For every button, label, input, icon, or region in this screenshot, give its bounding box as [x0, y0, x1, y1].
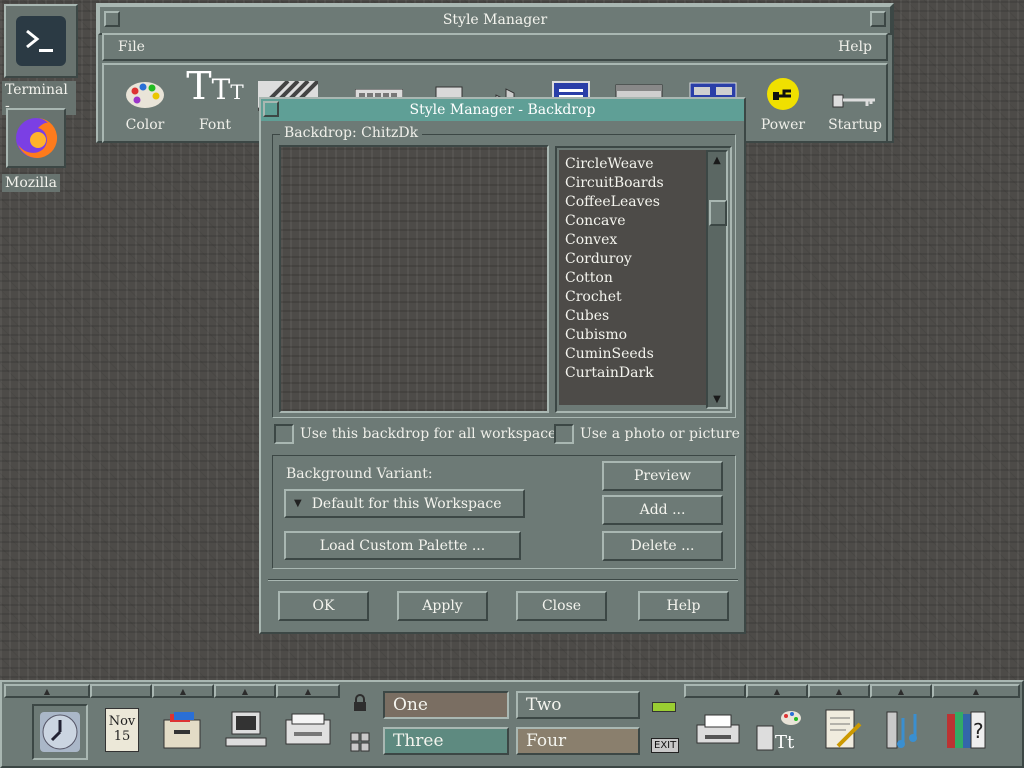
subpanel-arrow[interactable]: ▲	[808, 684, 870, 698]
list-item[interactable]: Cubismo	[559, 326, 707, 345]
dialog-menu-button[interactable]	[263, 101, 279, 117]
workspace-two[interactable]: Two	[516, 691, 640, 719]
list-item[interactable]: CircleWeave	[559, 155, 707, 174]
calendar-month: Nov	[108, 714, 136, 729]
photo-label: Use a photo or picture	[580, 426, 740, 442]
list-item[interactable]: Cotton	[559, 269, 707, 288]
delete-button[interactable]: Delete ...	[602, 531, 723, 561]
terminal-icon	[4, 4, 78, 78]
backdrop-list-items[interactable]: CircleWeave CircuitBoards CoffeeLeaves Conc…	[559, 150, 707, 405]
tool-color[interactable]: Color	[110, 65, 180, 133]
subpanel-arrow[interactable]: ▲	[214, 684, 276, 698]
workspace-grid-icon[interactable]	[350, 732, 370, 752]
tool-label: Font	[198, 117, 232, 133]
printer-icon[interactable]	[692, 704, 744, 756]
menu-help[interactable]: Help	[838, 39, 872, 55]
apply-button[interactable]: Apply	[397, 591, 488, 621]
list-item[interactable]: Crochet	[559, 288, 707, 307]
subpanel-arrow[interactable]: ▲	[4, 684, 90, 698]
calendar-day: 15	[113, 729, 131, 744]
preview-button[interactable]: Preview	[602, 461, 723, 491]
list-item[interactable]: CuminSeeds	[559, 345, 707, 364]
window-title: Style Manager	[442, 12, 548, 28]
window-titlebar[interactable]: Style Manager	[98, 5, 892, 35]
menu-file[interactable]: File	[118, 39, 145, 55]
scroll-up-arrow[interactable]: ▲	[708, 152, 726, 168]
svg-text:?: ?	[973, 719, 984, 743]
list-item[interactable]: CurtainDark	[559, 364, 707, 383]
exit-button[interactable]: EXIT	[651, 738, 680, 753]
clock-icon[interactable]	[32, 704, 88, 760]
power-icon	[748, 65, 818, 111]
file-manager-icon[interactable]	[156, 704, 208, 756]
close-button[interactable]: Close	[516, 591, 607, 621]
variant-dropdown[interactable]: ▼ Default for this Workspace	[284, 489, 525, 518]
subpanel-arrow[interactable]: ▲	[932, 684, 1020, 698]
photo-checkbox[interactable]	[554, 424, 574, 444]
workstation-icon[interactable]	[220, 704, 272, 756]
dialog-titlebar[interactable]: Style Manager - Backdrop	[261, 99, 744, 121]
all-workspaces-checkbox[interactable]	[274, 424, 294, 444]
palette-icon	[110, 65, 180, 111]
window-maximize-button[interactable]	[870, 11, 886, 27]
scroll-thumb[interactable]	[709, 200, 727, 226]
help-manager-icon[interactable]: ?	[940, 704, 992, 756]
subpanel-arrow[interactable]: ▲	[870, 684, 932, 698]
subpanel-arrow[interactable]	[90, 684, 152, 698]
separator	[268, 579, 738, 581]
menubar: File Help	[102, 33, 888, 61]
desktop-icon-label: Mozilla	[2, 174, 60, 192]
list-item[interactable]: Corduroy	[559, 250, 707, 269]
workspace-three[interactable]: Three	[383, 727, 509, 755]
text-editor-icon[interactable]	[816, 704, 868, 756]
list-scrollbar[interactable]: ▲ ▼	[706, 150, 728, 409]
font-icon: TTT	[186, 64, 244, 108]
window-menu-button[interactable]	[104, 11, 120, 27]
list-item[interactable]: Convex	[559, 231, 707, 250]
workspace-four[interactable]: Four	[516, 727, 640, 755]
tool-font[interactable]: TTT Font	[180, 65, 250, 133]
desktop-icon-mozilla[interactable]: Mozilla	[2, 108, 76, 192]
ok-button[interactable]: OK	[278, 591, 369, 621]
subpanel-arrow[interactable]	[684, 684, 746, 698]
variant-selected: Default for this Workspace	[311, 495, 502, 512]
busy-indicator	[652, 702, 676, 712]
key-icon	[820, 65, 890, 111]
list-item[interactable]: Cubes	[559, 307, 707, 326]
calendar-icon[interactable]: Nov 15	[96, 704, 148, 756]
variant-label: Background Variant:	[286, 466, 433, 482]
all-workspaces-label: Use this backdrop for all workspaces	[300, 426, 564, 442]
scroll-down-arrow[interactable]: ▼	[708, 391, 726, 407]
style-manager-icon[interactable]: Tt	[752, 704, 804, 756]
load-palette-button[interactable]: Load Custom Palette ...	[284, 531, 521, 560]
tool-power[interactable]: Power	[748, 65, 818, 133]
tool-startup-key[interactable]: Startup	[820, 65, 890, 133]
backdrop-preview	[279, 145, 549, 413]
list-item[interactable]: CircuitBoards	[559, 174, 707, 193]
list-item[interactable]: CoffeeLeaves	[559, 193, 707, 212]
tool-label: Color	[125, 117, 165, 133]
list-item[interactable]: Concave	[559, 212, 707, 231]
subpanel-arrow[interactable]: ▲	[152, 684, 214, 698]
firefox-icon	[6, 108, 66, 168]
desktop-icon-terminal[interactable]: Terminal -	[2, 4, 78, 115]
backdrop-list[interactable]: CircleWeave CircuitBoards CoffeeLeaves Conc…	[555, 146, 732, 413]
mailbox-icon[interactable]	[282, 704, 334, 756]
app-manager-icon[interactable]	[878, 704, 930, 756]
workspace-one[interactable]: One	[383, 691, 509, 719]
subpanel-arrow[interactable]: ▲	[276, 684, 340, 698]
subpanel-arrow[interactable]: ▲	[746, 684, 808, 698]
help-button[interactable]: Help	[638, 591, 729, 621]
add-button[interactable]: Add ...	[602, 495, 723, 525]
lock-icon[interactable]	[352, 694, 368, 712]
tool-label: Power	[760, 117, 806, 133]
dialog-title: Style Manager - Backdrop	[409, 102, 596, 118]
chevron-down-icon: ▼	[294, 498, 302, 509]
backdrop-group-label: Backdrop: ChitzDk	[280, 125, 423, 141]
tool-label: Startup	[828, 117, 882, 133]
svg-text:Tt: Tt	[775, 732, 795, 752]
